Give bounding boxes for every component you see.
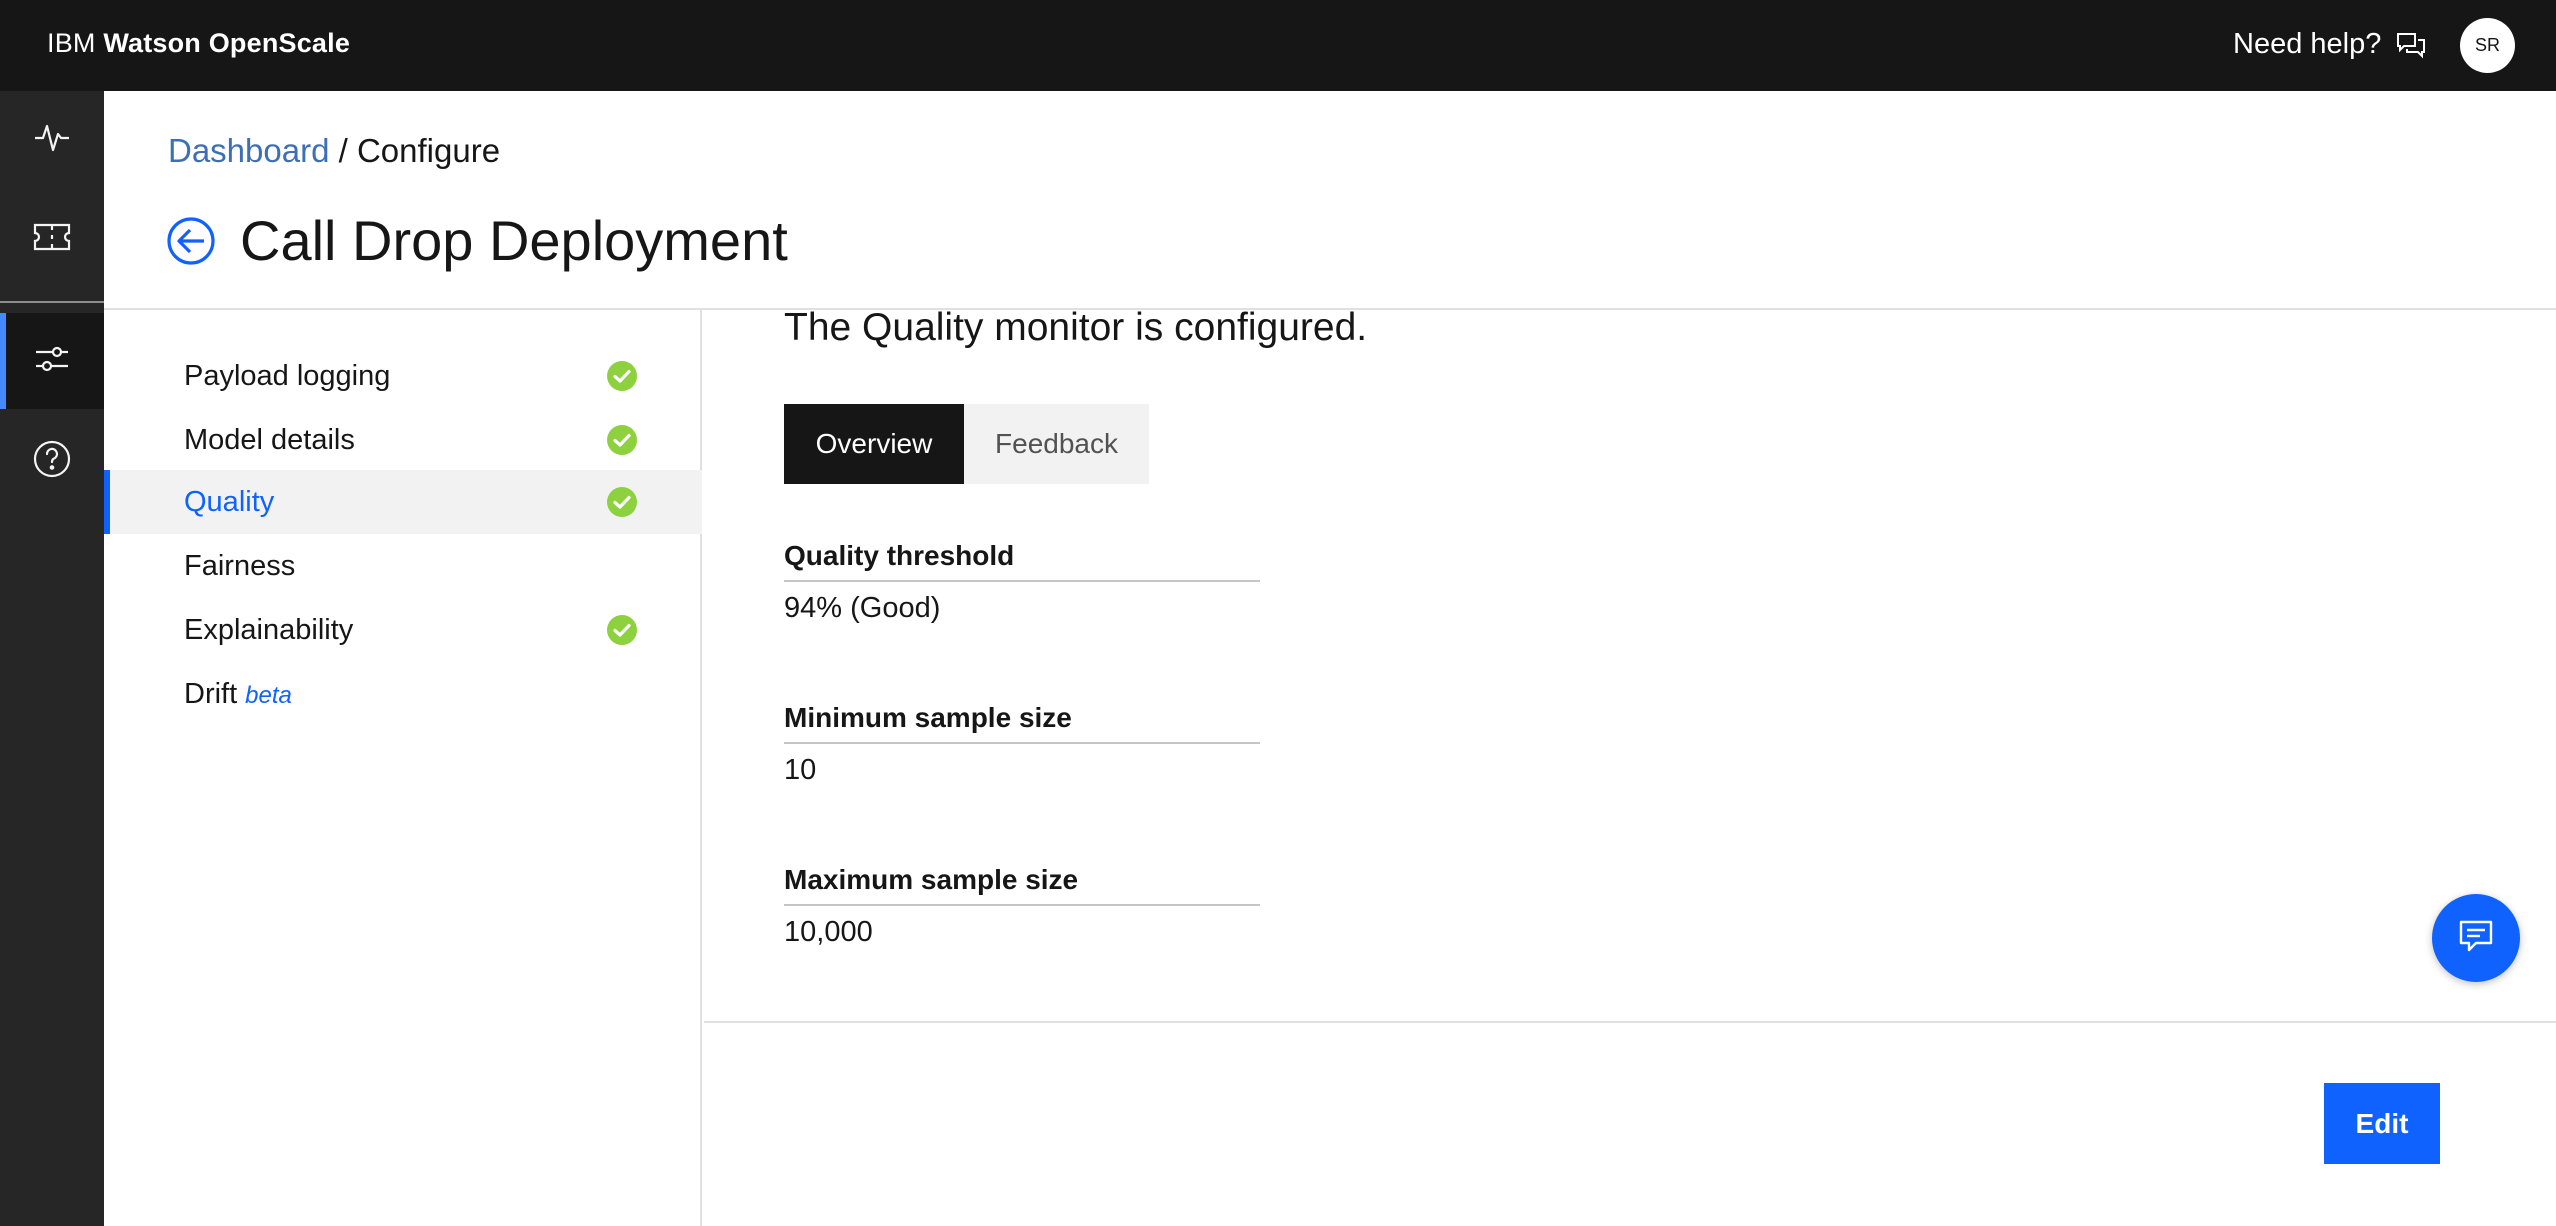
content-divider (704, 1021, 2556, 1023)
quality-threshold-field: Quality threshold 94% (Good) (784, 540, 1260, 625)
user-avatar[interactable]: SR (2460, 18, 2515, 73)
tab-feedback[interactable]: Feedback (964, 404, 1149, 484)
chat-button[interactable] (2432, 894, 2520, 982)
breadcrumb-current: Configure (356, 132, 501, 169)
field-value: 10,000 (784, 916, 873, 948)
back-arrow-icon[interactable] (166, 216, 216, 266)
checkmark-filled-icon (606, 360, 638, 392)
brand-prefix: IBM (47, 28, 104, 58)
rail-item-insights[interactable] (0, 91, 104, 187)
sidenav-item-quality[interactable]: Quality (104, 470, 702, 534)
sidenav-item-drift[interactable]: Drift beta (104, 662, 702, 726)
sidenav-item-payload-logging[interactable]: Payload logging (104, 344, 702, 408)
sidenav-item-explainability[interactable]: Explainability (104, 598, 702, 662)
checkmark-filled-icon (606, 424, 638, 456)
sliders-icon (33, 340, 71, 383)
chat-icon (2456, 916, 2496, 961)
monitor-status-text: The Quality monitor is configured. (784, 306, 1368, 349)
minimum-sample-size-field: Minimum sample size 10 (784, 702, 1260, 787)
maximum-sample-size-field: Maximum sample size 10,000 (784, 864, 1260, 949)
field-label: Maximum sample size (784, 864, 1260, 906)
rail-item-configure[interactable] (0, 313, 104, 409)
tab-overview[interactable]: Overview (784, 404, 964, 484)
sidenav-item-model-details[interactable]: Model details (104, 408, 702, 472)
activity-icon (33, 118, 71, 161)
breadcrumb-dashboard-link[interactable]: Dashboard (168, 132, 329, 169)
field-value: 94% (Good) (784, 592, 941, 624)
beta-badge: beta (245, 681, 292, 709)
sidenav-item-label: Fairness (184, 549, 296, 582)
config-side-nav: Payload logging Model details Quality Fa… (104, 310, 702, 1226)
ticket-icon (32, 220, 72, 259)
sidenav-item-label: Model details (184, 423, 355, 456)
help-circle-icon (32, 439, 72, 484)
rail-item-model-monitors[interactable] (0, 191, 104, 287)
checkmark-filled-icon (606, 614, 638, 646)
content-tabs: Overview Feedback (784, 404, 1149, 484)
sidenav-item-label: Payload logging (184, 359, 391, 392)
field-label: Quality threshold (784, 540, 1260, 582)
chat-bubbles-icon (2395, 31, 2427, 59)
sidenav-item-label: Drift (184, 677, 238, 710)
sidenav-item-label: Quality (184, 485, 275, 518)
brand-name: Watson OpenScale (103, 28, 351, 58)
breadcrumb-separator: / (329, 132, 357, 169)
rail-item-help[interactable] (0, 413, 104, 509)
rail-divider (0, 301, 104, 303)
field-value: 10 (784, 754, 817, 786)
sidenav-item-label: Explainability (184, 613, 354, 646)
page-title: Call Drop Deployment (240, 209, 788, 272)
sidenav-item-label-wrap: Drift beta (184, 678, 292, 711)
left-rail (0, 91, 104, 1226)
need-help-label: Need help? (2233, 28, 2382, 60)
app-brand[interactable]: IBM Watson OpenScale (47, 28, 350, 59)
top-header: IBM Watson OpenScale Need help? SR (0, 0, 2556, 91)
need-help-button[interactable]: Need help? (2233, 28, 2427, 61)
sidenav-item-fairness[interactable]: Fairness (104, 534, 702, 598)
checkmark-filled-icon (606, 486, 638, 518)
breadcrumb: Dashboard / Configure (168, 132, 500, 170)
field-label: Minimum sample size (784, 702, 1260, 744)
edit-button[interactable]: Edit (2324, 1083, 2440, 1164)
